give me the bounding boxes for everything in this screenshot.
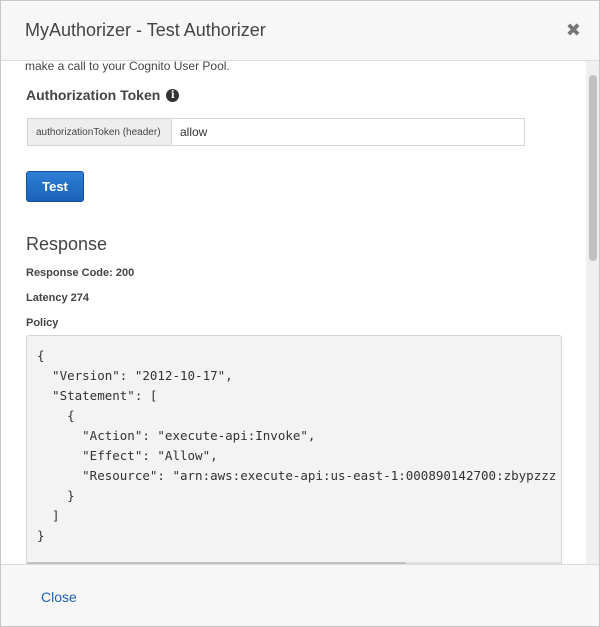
response-title: Response — [26, 234, 108, 254]
authorization-token-input[interactable] — [172, 119, 524, 145]
modal-body[interactable]: make a call to your Cognito User Pool. A… — [1, 61, 599, 565]
close-icon[interactable]: ✖ — [566, 20, 581, 40]
intro-text: make a call to your Cognito User Pool. — [25, 61, 230, 73]
test-authorizer-modal: MyAuthorizer - Test Authorizer ✖ make a … — [0, 0, 600, 627]
policy-label: Policy — [26, 317, 59, 329]
authorization-token-label: Authorization Token — [26, 87, 161, 103]
vertical-scrollbar[interactable] — [586, 61, 599, 565]
close-button[interactable]: Close — [41, 589, 77, 605]
modal-header: MyAuthorizer - Test Authorizer ✖ — [1, 1, 599, 61]
vertical-scrollbar-thumb[interactable] — [589, 75, 597, 261]
response-code: Response Code: 200 — [26, 267, 135, 279]
modal-title: MyAuthorizer - Test Authorizer — [25, 20, 266, 40]
test-button[interactable]: Test — [26, 171, 84, 202]
info-icon[interactable]: i — [166, 88, 180, 102]
policy-json: { "Version": "2012-10-17", "Statement": … — [37, 348, 557, 543]
policy-code-box[interactable]: { "Version": "2012-10-17", "Statement": … — [26, 335, 562, 565]
authorization-token-field: authorizationToken (header) — [27, 118, 525, 146]
modal-footer: Close — [1, 564, 599, 626]
authorization-token-heading: Authorization Token i — [26, 87, 180, 103]
token-field-label: authorizationToken (header) — [28, 119, 172, 145]
latency: Latency 274 — [26, 292, 89, 304]
